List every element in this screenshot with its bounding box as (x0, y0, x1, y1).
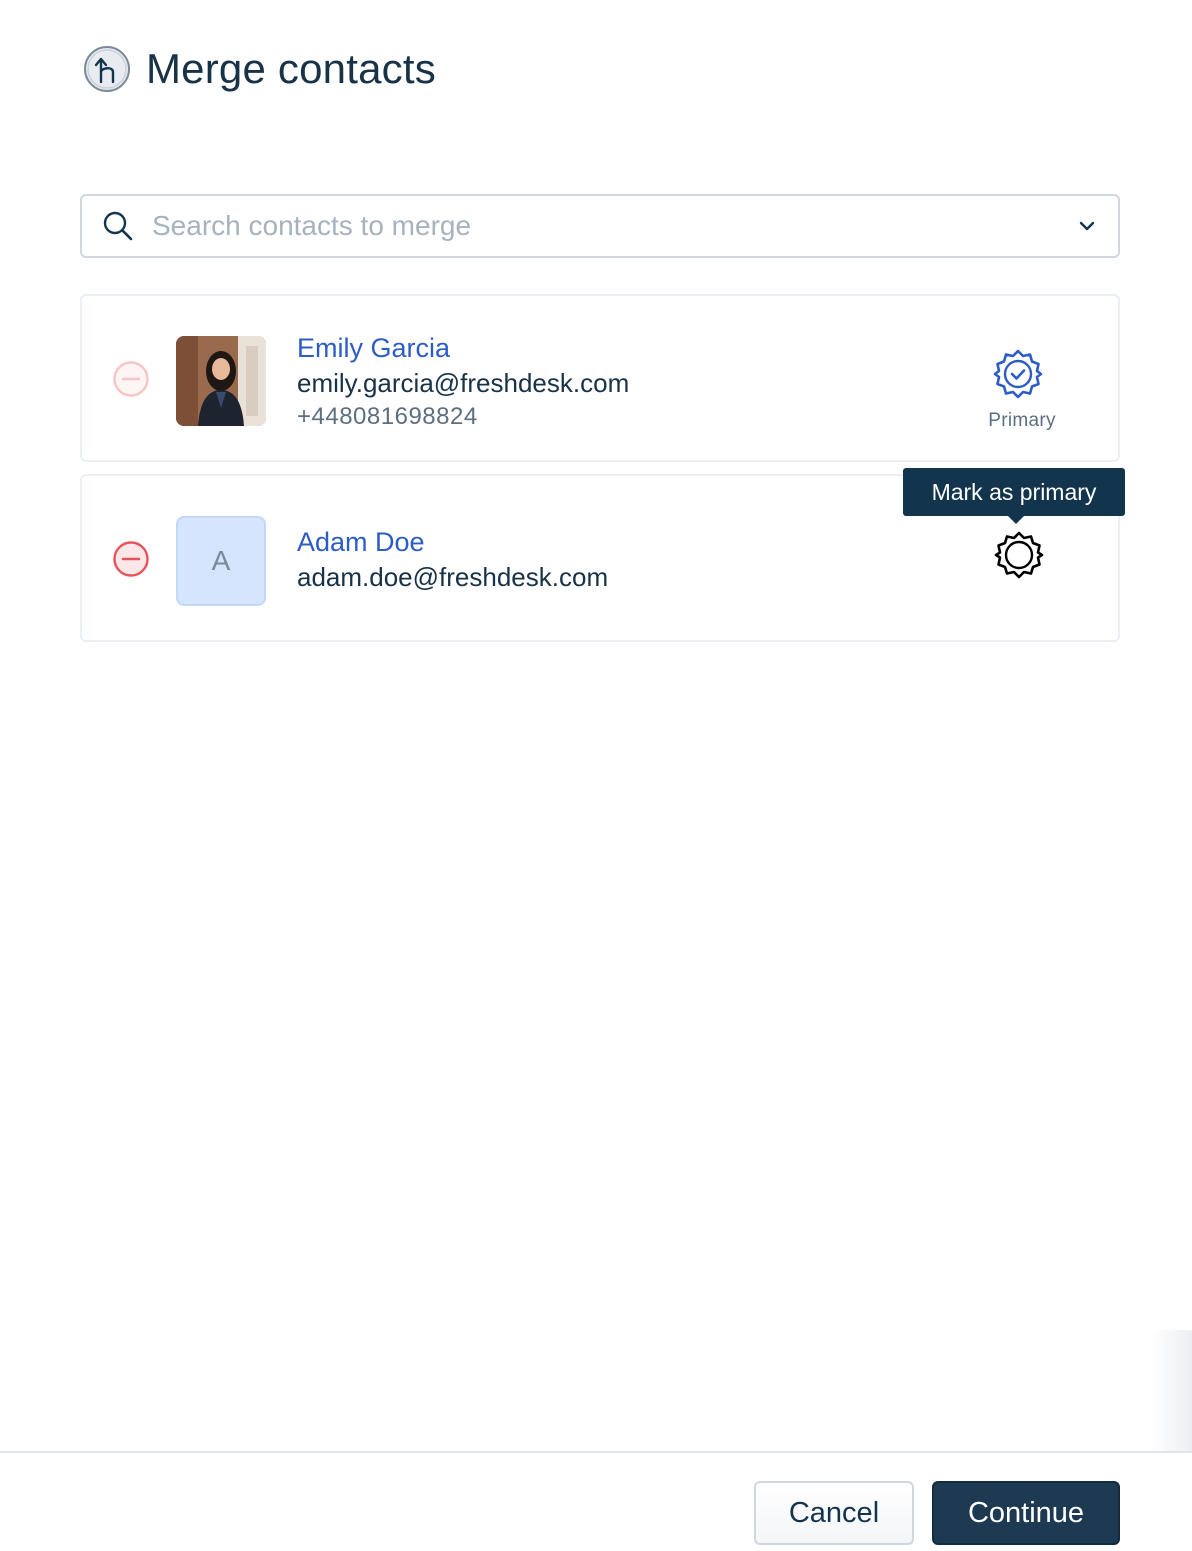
contact-info: Adam Doe adam.doe@freshdesk.com (297, 524, 608, 594)
search-icon (103, 211, 133, 241)
contact-email: emily.garcia@freshdesk.com (297, 368, 630, 398)
contact-email: adam.doe@freshdesk.com (297, 562, 609, 592)
search-contacts-field[interactable] (80, 194, 1120, 258)
mark-primary-tooltip: Mark as primary (903, 468, 1125, 524)
contact-name-link[interactable]: Emily Garcia (297, 330, 629, 366)
dialog-footer: Cancel Continue (0, 1451, 1192, 1551)
search-input[interactable] (152, 210, 1076, 242)
chevron-down-icon[interactable] (1076, 215, 1098, 237)
primary-label: Primary (988, 410, 1056, 431)
primary-badge-icon (993, 349, 1043, 399)
merge-icon (84, 46, 130, 92)
contact-info: Emily Garcia emily.garcia@freshdesk.com … (297, 330, 629, 434)
mark-primary-badge-icon[interactable] (994, 530, 1044, 580)
contact-phone: +448081698824 (297, 403, 478, 430)
page-title: Merge contacts (146, 45, 436, 92)
avatar (176, 336, 266, 426)
contact-card: Emily Garcia emily.garcia@freshdesk.com … (80, 294, 1120, 462)
remove-contact-icon (113, 361, 149, 397)
avatar: A (176, 516, 266, 606)
avatar-photo-icon (176, 336, 266, 426)
remove-contact-icon[interactable] (112, 540, 150, 578)
contact-name-link[interactable]: Adam Doe (297, 524, 608, 560)
cancel-button[interactable]: Cancel (754, 1481, 914, 1545)
dialog-header: Merge contacts (82, 44, 436, 94)
continue-button[interactable]: Continue (932, 1481, 1120, 1545)
